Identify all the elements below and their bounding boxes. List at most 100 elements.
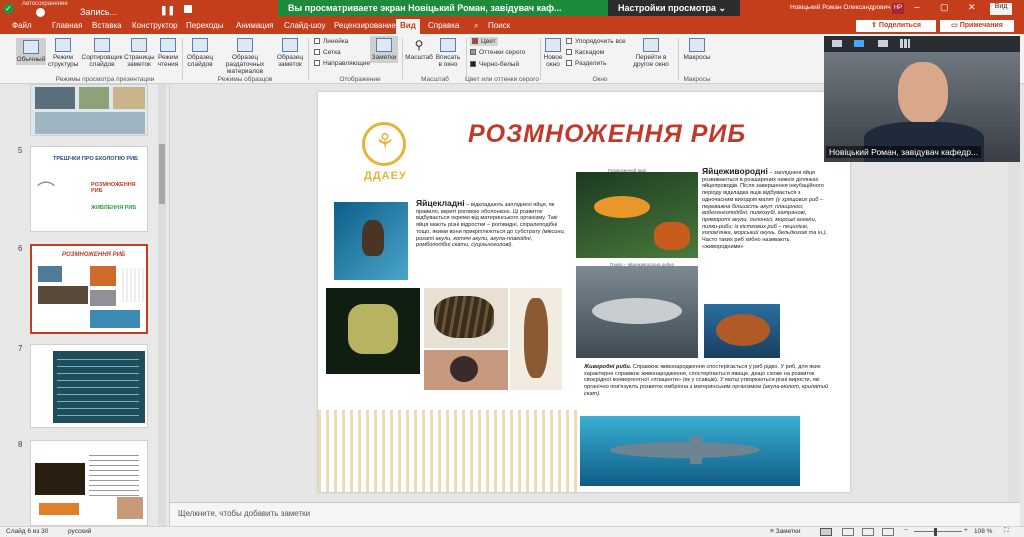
thumbnail-image (90, 290, 116, 306)
sorter-view-status-icon[interactable] (842, 528, 854, 536)
share-button[interactable]: ⇪ Поделиться (856, 20, 936, 32)
group-macros: Макросы (683, 76, 711, 83)
notes-status-icon: ≡ (770, 528, 774, 535)
chevron-down-icon: ⌄ (718, 3, 727, 13)
fit-slide-icon[interactable]: ⛶ (1004, 527, 1009, 535)
tab-transitions[interactable]: Переходы (186, 21, 224, 30)
thumbnail-image (35, 87, 75, 109)
maximize-icon[interactable]: ▢ (940, 2, 949, 13)
switch-window-button[interactable]: Перейти в другое окно (628, 38, 674, 68)
slide-master-icon (192, 38, 208, 52)
normal-view-button[interactable]: Обычный (16, 38, 46, 65)
fish-sketch-icon: ⌒ (37, 181, 55, 201)
grid-checkbox[interactable]: Сетка (314, 49, 341, 56)
minimize-icon[interactable]: – (914, 2, 920, 13)
slide-number: 6 (18, 244, 23, 253)
slide-sorter-button[interactable]: Сортировщик слайдов (80, 38, 124, 68)
zoom-out-icon[interactable]: − (904, 527, 908, 534)
stop-icon[interactable] (184, 5, 192, 13)
pause-icon[interactable]: ❚❚ (160, 5, 175, 16)
tab-insert[interactable]: Вставка (92, 21, 122, 30)
ribbon-divider (308, 38, 309, 80)
layout-icon[interactable] (878, 40, 888, 47)
tab-slideshow[interactable]: Слайд-шоу (284, 21, 325, 30)
tab-home[interactable]: Главная (52, 21, 82, 30)
grayscale-label: Оттенки серого (479, 49, 526, 56)
color-option[interactable]: Цвет (470, 37, 498, 46)
thumbnail-scrollbar[interactable] (158, 84, 166, 526)
notes-toggle-button[interactable]: Заметки (370, 36, 398, 63)
camera-icon[interactable] (832, 40, 842, 47)
tab-design[interactable]: Конструктор (132, 21, 178, 30)
reading-view-status-icon[interactable] (862, 528, 874, 536)
group-presentation-views: Режимы просмотра презентации (55, 76, 155, 83)
handout-master-button[interactable]: Образец раздаточных материалов (216, 38, 274, 75)
handout-master-label: Образец раздаточных материалов (225, 54, 265, 75)
thumbnail-slide-8[interactable] (30, 440, 148, 526)
fit-to-window-button[interactable]: Вписать в окно (434, 38, 462, 68)
slide-sorter-label: Сортировщик слайдов (81, 54, 123, 68)
notes-status-button[interactable]: ≡ Заметки (770, 528, 800, 535)
presenter-video: Новіцький Роман, завідувач кафедр... (824, 36, 1020, 162)
black-white-option[interactable]: Черно-белый (470, 61, 519, 68)
arrange-all-button[interactable]: Упорядочить все (566, 38, 626, 45)
zoom-slider[interactable] (914, 531, 962, 532)
notes-pane[interactable]: Щелкните, чтобы добавить заметки (170, 502, 1020, 526)
view-label[interactable]: Вид (990, 3, 1012, 15)
avatar[interactable]: НР (892, 3, 904, 14)
grid-view-icon[interactable] (900, 39, 910, 48)
macros-label: Макросы (683, 54, 711, 61)
macros-button[interactable]: Макросы (682, 38, 712, 61)
photo-egg-case-hand (510, 288, 562, 390)
normal-view-status-icon[interactable] (820, 528, 832, 536)
tab-view[interactable]: Вид (396, 19, 420, 34)
egg-case-shape (434, 296, 494, 338)
thumbnail-slide-4[interactable] (30, 84, 148, 136)
tab-review[interactable]: Рецензирование (334, 21, 396, 30)
guides-checkbox[interactable]: Направляющие (314, 60, 370, 67)
zoom-level[interactable]: 108 % (974, 528, 992, 535)
current-slide[interactable]: ⚘ ДДАЕУ РОЗМНОЖЕННЯ РИБ Яйцекладні – від… (318, 92, 850, 492)
tab-help[interactable]: Справка (428, 21, 459, 30)
split-label: Разделить (575, 60, 607, 67)
zoom-button[interactable]: ⚲ Масштаб (404, 38, 434, 61)
presenter-name: Новіцький Роман, завідувач кафедр... (826, 146, 982, 158)
zoom-in-icon[interactable]: + (964, 527, 968, 534)
grayscale-option[interactable]: Оттенки серого (470, 49, 525, 56)
language-indicator[interactable]: русский (68, 528, 91, 535)
zoom-slider-thumb[interactable] (934, 528, 937, 536)
ribbon-divider (466, 38, 467, 80)
notes-page-button[interactable]: Страницы заметок (124, 38, 155, 68)
thumbnail-title: ТРЕШЧКИ ПРО ЕКОЛОГІЮ РИБ (53, 156, 139, 162)
notes-page-icon (131, 38, 147, 52)
thumbnail-text-block (57, 359, 139, 417)
status-bar: Слайд 6 из 30 русский ≡ Заметки − + 108 … (0, 526, 1024, 537)
ruler-checkbox[interactable]: Линейка (314, 38, 348, 45)
search-icon[interactable]: ⌕ (474, 21, 478, 31)
tab-file[interactable]: Файл (12, 21, 32, 30)
thumbnail-slide-7[interactable] (30, 344, 148, 428)
photo-orange-guppy (576, 172, 698, 258)
shark-fin-shape (690, 436, 702, 464)
view-settings-button[interactable]: Настройки просмотра ⌄ (608, 0, 740, 16)
slideshow-status-icon[interactable] (882, 528, 894, 536)
close-icon[interactable]: ✕ (968, 2, 976, 13)
tab-animation[interactable]: Анимация (236, 21, 274, 30)
thumbnail-slide-5[interactable]: ТРЕШЧКИ ПРО ЕКОЛОГІЮ РИБ РОЗМНОЖЕННЯ РИБ… (30, 146, 148, 232)
notes-placeholder[interactable]: Щелкните, чтобы добавить заметки (178, 509, 310, 518)
comments-button[interactable]: ▭ Примечания (940, 20, 1014, 32)
view-settings-label: Настройки просмотра (618, 3, 717, 13)
thumbnail-slide-6[interactable]: РОЗМНОЖЕННЯ РИБ (30, 244, 148, 334)
new-window-button[interactable]: Новое окно (542, 38, 564, 68)
notes-master-button[interactable]: Образец заметок (274, 38, 306, 68)
outline-view-button[interactable]: Режим структуры (48, 38, 78, 68)
slide-master-button[interactable]: Образец слайдов (184, 38, 216, 68)
reading-view-button[interactable]: Режим чтения (154, 38, 182, 68)
screen-icon[interactable] (854, 40, 864, 47)
cascade-button[interactable]: Каскадом (566, 49, 604, 56)
search-label[interactable]: Поиск (488, 21, 510, 30)
scrollbar-thumb[interactable] (159, 144, 165, 204)
photo-sea-perch (704, 304, 780, 358)
fish-shape (716, 314, 770, 346)
split-button[interactable]: Разделить (566, 60, 606, 67)
